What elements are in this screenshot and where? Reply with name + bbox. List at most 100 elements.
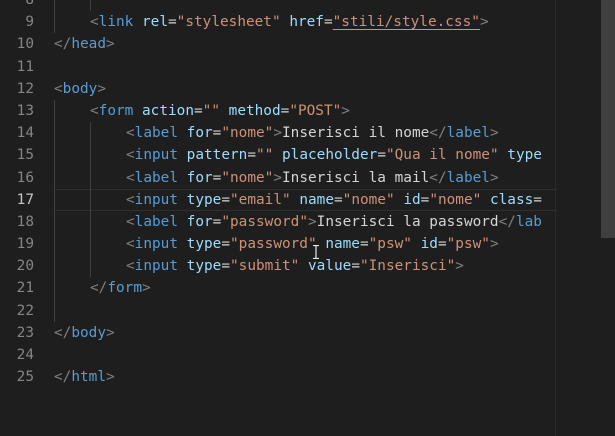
code-token: Inserisci il nome: [282, 125, 430, 142]
code-token: </: [54, 36, 72, 53]
code-token: =: [247, 147, 256, 164]
code-token: "Inserisci": [359, 258, 456, 275]
indent-guide: [54, 99, 55, 123]
code-token: >: [97, 80, 106, 97]
indent-guide: [90, 233, 91, 256]
code-line-content: <form action="" method="POST">: [54, 103, 350, 119]
indent-guide: [90, 166, 91, 189]
code-token: id: [420, 236, 438, 253]
code-editor[interactable]: 8 9 10 11 12 13 14 15 16 17 18 19 20 21 22 23 24 25 <link…: [0, 0, 615, 436]
indent-guide: [54, 277, 55, 300]
code-token: class: [489, 191, 534, 208]
line-number-gutter: 8 9 10 11 12 13 14 15 16 17 18 19 20 21 22 23 24 25: [0, 0, 34, 388]
code-token: form: [107, 280, 142, 297]
code-token: >: [141, 280, 151, 297]
scrollbar-thumb[interactable]: [601, 0, 615, 238]
code-line[interactable]: [54, 0, 557, 12]
code-token: =: [221, 258, 230, 275]
indent-guide: [54, 210, 55, 234]
code-token: =: [168, 14, 177, 31]
code-token: "POST": [289, 102, 342, 119]
code-line[interactable]: <link rel="stylesheet" href="stili/style…: [54, 11, 557, 34]
code-token: >: [479, 14, 489, 31]
line-number: 20: [16, 258, 34, 275]
vertical-scrollbar[interactable]: [601, 0, 615, 436]
line-number: 25: [16, 369, 34, 386]
code-line[interactable]: <body>: [54, 78, 557, 100]
code-line-content: <label for="password">Inserisci la passw…: [54, 214, 542, 230]
code-token: =: [280, 102, 290, 119]
code-token: rel: [142, 14, 168, 31]
indent-guide: [54, 166, 55, 189]
code-token: >: [455, 258, 464, 275]
code-token: =: [377, 147, 386, 164]
code-token: input: [134, 147, 178, 164]
code-token: <: [126, 258, 135, 275]
code-token: </: [429, 125, 447, 142]
code-line[interactable]: </html>: [54, 366, 557, 388]
code-line[interactable]: <label for="nome">Inserisci la mail</lab…: [54, 166, 557, 189]
code-line[interactable]: [54, 299, 557, 322]
code-token: "psw": [446, 236, 490, 253]
code-line[interactable]: [54, 344, 557, 366]
line-number: 19: [16, 236, 34, 253]
code-line-content: <label for="nome">Inserisci il nome</lab…: [54, 125, 499, 141]
code-line[interactable]: <form action="" method="POST">: [54, 99, 557, 123]
code-token: =: [533, 191, 542, 208]
code-line[interactable]: <input pattern="" placeholder="Qua il no…: [54, 144, 557, 167]
code-line[interactable]: </form>: [54, 277, 557, 300]
code-token: <: [126, 191, 135, 208]
indent-guide: [54, 255, 55, 278]
code-token: <: [90, 102, 99, 119]
code-token: >: [489, 236, 499, 253]
code-token: "password": [230, 236, 317, 253]
code-line-content: <body>: [54, 81, 106, 97]
line-number: 21: [16, 280, 34, 297]
code-token: >: [273, 169, 282, 186]
code-token: name: [299, 191, 334, 208]
code-token: type: [507, 147, 542, 164]
code-token: =: [437, 236, 447, 253]
code-token: </: [54, 324, 72, 341]
line-number: 11: [16, 58, 34, 75]
code-token: type: [186, 191, 222, 208]
code-token: >: [105, 369, 115, 386]
code-line[interactable]: <input type="password" name="psw" id="ps…: [54, 233, 557, 256]
line-number: 24: [16, 347, 34, 363]
code-line-content: </form>: [54, 280, 151, 296]
code-token: value: [307, 258, 352, 275]
code-line[interactable]: </head>: [54, 33, 557, 55]
code-line[interactable]: <label for="password">Inserisci la passw…: [54, 210, 557, 234]
code-token: type: [186, 258, 222, 275]
code-line-content: <label for="nome">Inserisci la mail</lab…: [54, 170, 499, 186]
indent-guide: [54, 144, 55, 167]
code-token: method: [228, 102, 281, 119]
line-number: 15: [16, 147, 34, 164]
code-token: for: [186, 169, 213, 186]
code-line[interactable]: <input type="submit" value="Inserisci">: [54, 255, 557, 278]
code-token: "password": [221, 213, 308, 230]
code-token: input: [134, 191, 178, 208]
code-line[interactable]: <label for="nome">Inserisci il nome</lab…: [54, 122, 557, 145]
code-area[interactable]: <link rel="stylesheet" href="stili/style…: [54, 0, 557, 388]
code-line[interactable]: [54, 56, 557, 78]
code-token: =: [323, 14, 333, 31]
code-token: <: [126, 125, 135, 142]
code-token: "": [202, 102, 220, 119]
indent-guide: [90, 255, 91, 278]
code-token: </: [90, 280, 108, 297]
indent-guide: [54, 122, 55, 145]
code-line[interactable]: <input type="email" name="nome" id="nome…: [54, 188, 557, 211]
code-line[interactable]: </body>: [54, 322, 557, 344]
code-line-content: </body>: [54, 325, 115, 341]
code-token: lab: [515, 213, 542, 230]
code-token: </: [54, 369, 72, 386]
